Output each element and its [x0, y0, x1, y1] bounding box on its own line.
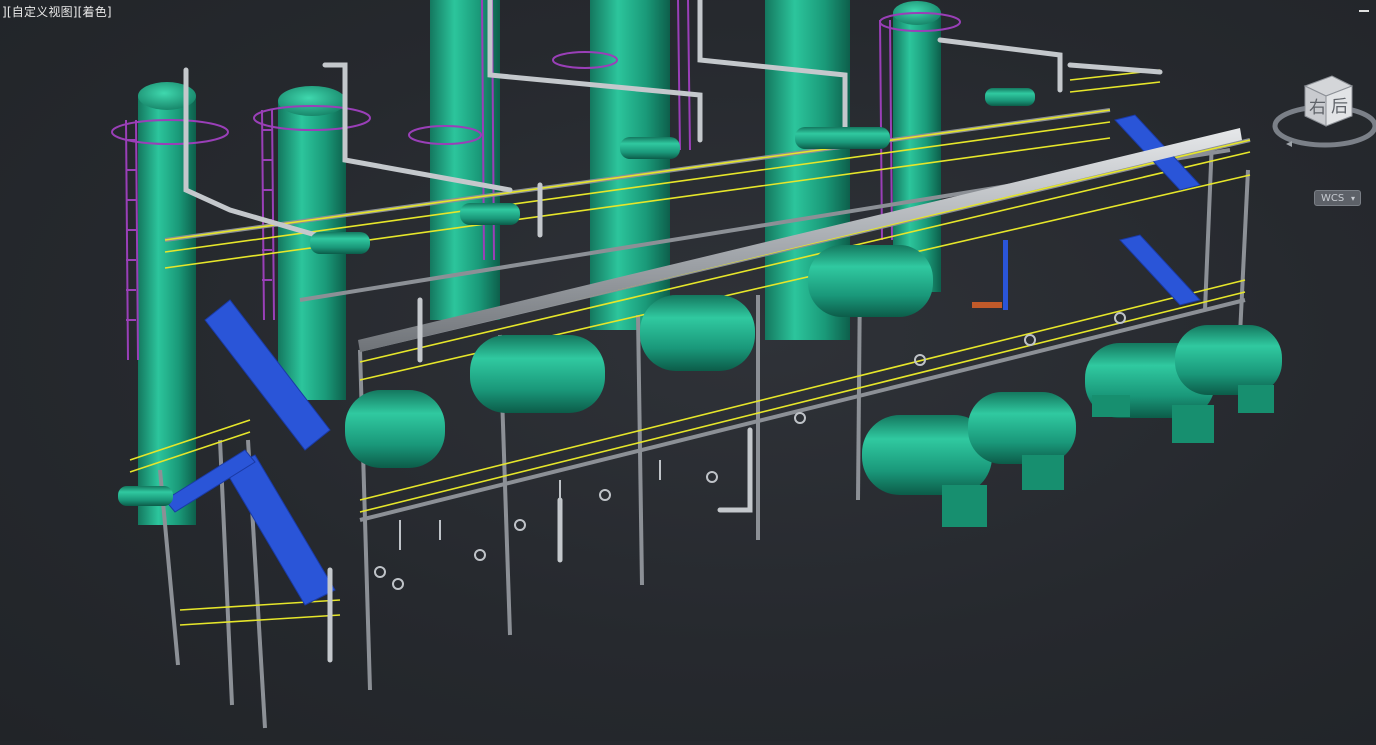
- viewcube[interactable]: 右 后: [1270, 68, 1376, 168]
- ucs-menu-button[interactable]: WCS ▾: [1314, 190, 1361, 206]
- viewport-label[interactable]: ][自定义视图][着色]: [2, 3, 112, 20]
- viewcube-face-right[interactable]: 右: [1309, 98, 1326, 118]
- chevron-down-icon: ▾: [1350, 194, 1355, 203]
- plant-3d-model[interactable]: [0, 0, 1376, 741]
- minimize-icon[interactable]: [1358, 4, 1370, 16]
- instrument-tags: [972, 240, 1008, 310]
- viewcube-face-back[interactable]: 后: [1331, 97, 1348, 117]
- ucs-label: WCS: [1321, 193, 1345, 204]
- model-viewport[interactable]: [0, 0, 1376, 741]
